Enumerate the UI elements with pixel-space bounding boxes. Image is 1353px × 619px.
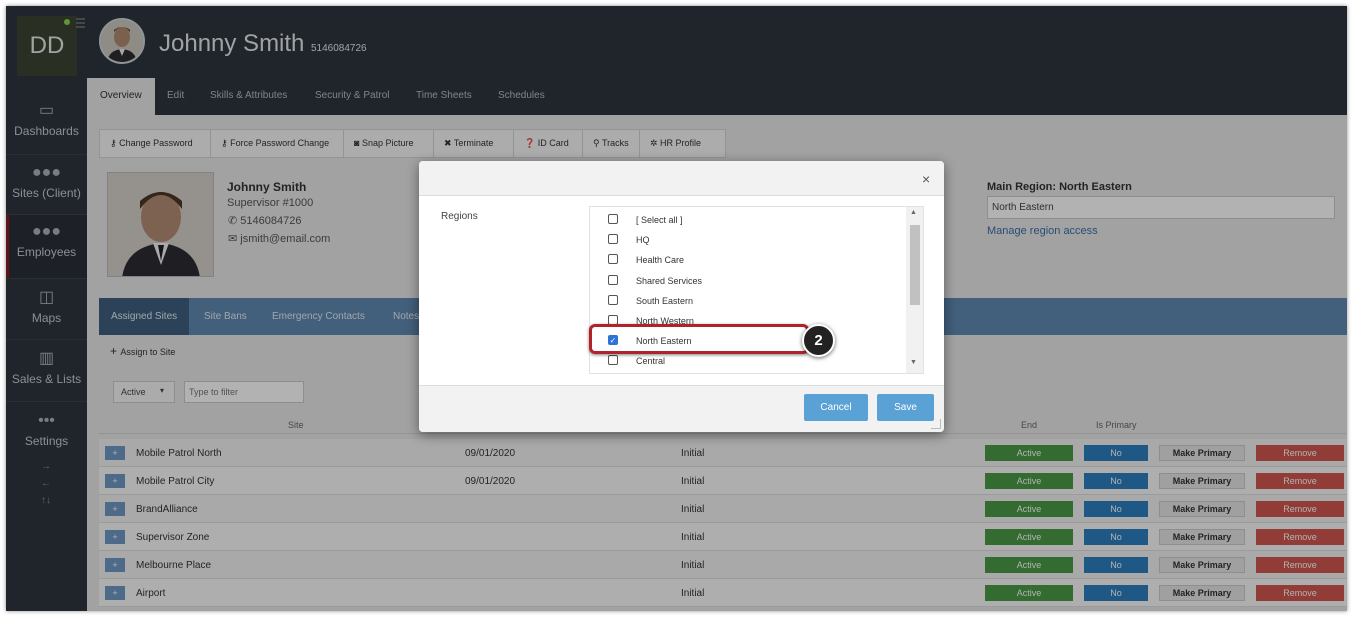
checkbox[interactable] (608, 254, 618, 265)
checkbox[interactable] (608, 214, 618, 224)
checkbox[interactable] (608, 294, 618, 305)
scrollbar[interactable]: ▲ ▼ (906, 207, 923, 373)
region-option-label: Central (636, 356, 666, 367)
close-icon[interactable]: × (922, 171, 930, 187)
checkbox[interactable] (608, 234, 618, 245)
region-option-label: Shared Services (636, 275, 703, 286)
callout-step-badge: 2 (802, 324, 835, 357)
app-window: DD ▭ Dashboards ●●● Sites (Client) ●●● E… (6, 6, 1347, 611)
scroll-up-icon[interactable]: ▲ (910, 209, 917, 216)
checkbox[interactable] (608, 274, 618, 285)
region-option-label: [ Select all ] (636, 215, 683, 225)
region-option-label: Health Care (636, 255, 685, 266)
resize-grip-icon[interactable] (931, 419, 941, 429)
region-option-label: HQ (636, 235, 650, 246)
region-option-label: South Eastern (636, 295, 694, 306)
dialog-header: × (419, 161, 944, 196)
save-button[interactable]: Save (877, 394, 934, 421)
dialog-footer: Cancel Save (419, 385, 944, 432)
regions-label: Regions (441, 211, 478, 222)
scroll-down-icon[interactable]: ▼ (910, 359, 917, 366)
scrollbar-thumb[interactable] (910, 225, 920, 305)
cancel-button[interactable]: Cancel (804, 394, 868, 421)
checkbox[interactable] (608, 355, 618, 366)
regions-dialog: × Regions [ Select all ] HQ Health Care Sha… (419, 161, 944, 432)
callout-highlight (589, 324, 809, 354)
